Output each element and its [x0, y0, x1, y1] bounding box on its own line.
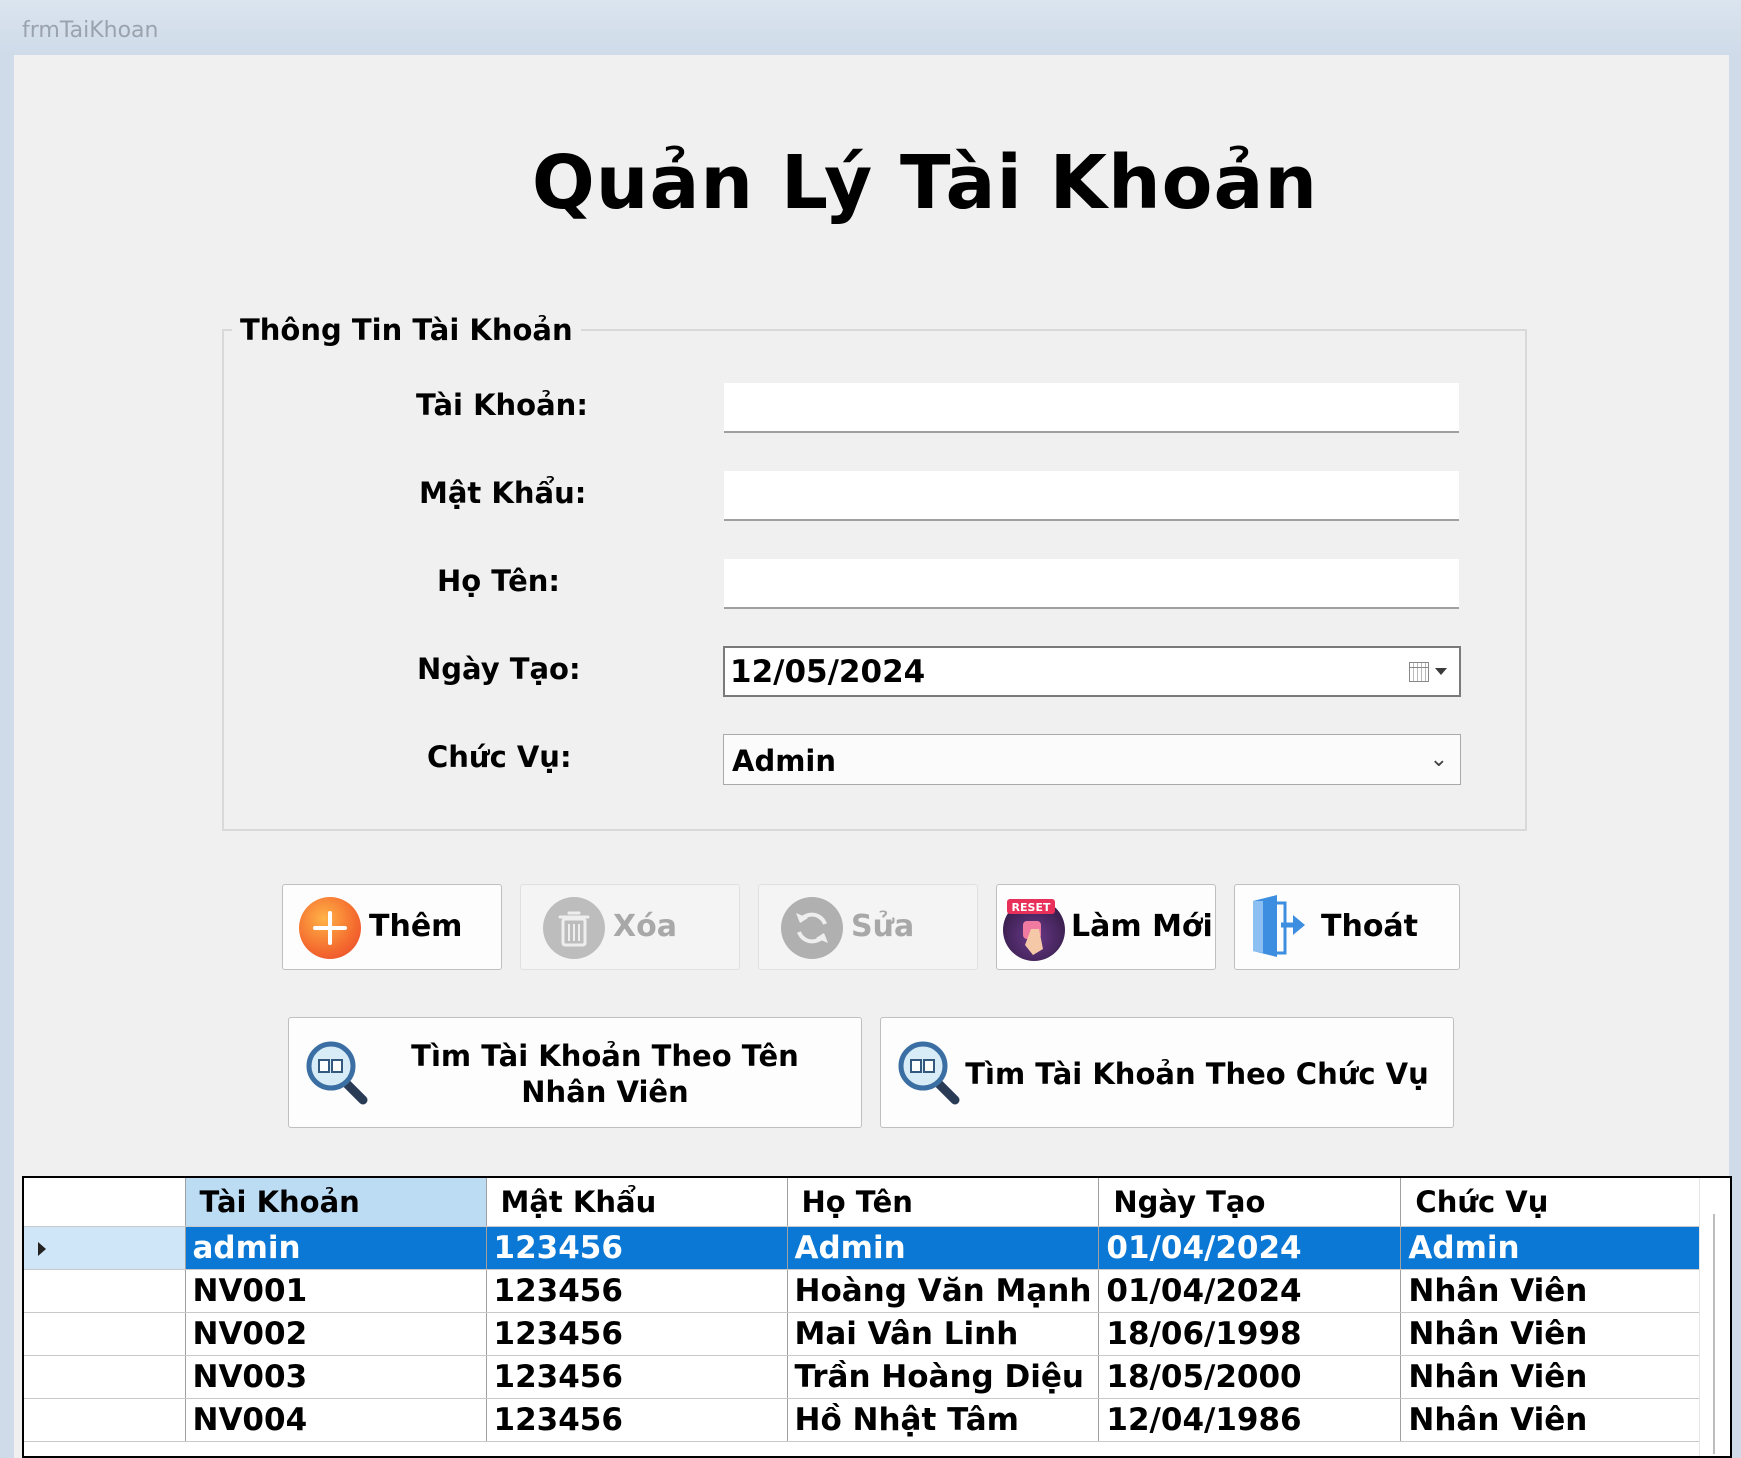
fullname-label: Họ Tên: [437, 564, 560, 598]
cell-fullname[interactable]: Hoàng Văn Mạnh [787, 1269, 1100, 1313]
add-button-label: Thêm [369, 909, 463, 944]
exit-button[interactable]: Thoát [1234, 884, 1460, 970]
table-row[interactable]: NV001 123456 Hoàng Văn Mạnh 01/04/2024 N… [24, 1269, 1706, 1313]
app-window: frmTaiKhoan Quản Lý Tài Khoản Thông Tin … [0, 0, 1741, 1458]
reset-button-label: Làm Mới [1071, 909, 1213, 944]
created-date-picker[interactable]: 12/05/2024 [723, 646, 1461, 697]
chevron-down-icon[interactable]: ⌄ [1430, 747, 1448, 772]
table-row[interactable]: NV003 123456 Trần Hoàng Diệu 18/05/2000 … [24, 1355, 1706, 1399]
row-header[interactable] [24, 1312, 186, 1356]
exit-icon [1251, 895, 1313, 957]
cell-created[interactable]: 18/05/2000 [1098, 1355, 1402, 1399]
edit-button[interactable]: Sửa [758, 884, 978, 970]
refresh-icon [781, 897, 843, 959]
cell-fullname[interactable]: Hồ Nhật Tâm [787, 1398, 1100, 1442]
cell-password[interactable]: 123456 [486, 1398, 788, 1442]
created-date-label: Ngày Tạo: [417, 652, 581, 686]
cell-created[interactable]: 12/04/1986 [1098, 1398, 1402, 1442]
reset-badge-text: RESET [1012, 901, 1051, 914]
grid-header-row: Tài Khoản Mật Khẩu Họ Tên Ngày Tạo Chức … [24, 1178, 1706, 1227]
delete-button-label: Xóa [613, 909, 677, 944]
column-header-account[interactable]: Tài Khoản [185, 1178, 487, 1227]
cell-account[interactable]: NV002 [185, 1312, 487, 1356]
cell-password[interactable]: 123456 [486, 1355, 788, 1399]
reset-icon: RESET [1003, 899, 1065, 961]
row-header[interactable] [24, 1269, 186, 1313]
row-header[interactable] [24, 1398, 186, 1442]
column-header-role[interactable]: Chức Vụ [1400, 1178, 1706, 1227]
account-label: Tài Khoản: [416, 388, 588, 422]
cell-role[interactable]: Nhân Viên [1400, 1355, 1706, 1399]
cell-fullname[interactable]: Mai Vân Linh [787, 1312, 1100, 1356]
fullname-input[interactable] [724, 559, 1459, 609]
trash-icon [543, 897, 605, 959]
password-input[interactable] [724, 471, 1459, 521]
cell-account[interactable]: NV003 [185, 1355, 487, 1399]
cell-created[interactable]: 01/04/2024 [1098, 1226, 1402, 1270]
cell-password[interactable]: 123456 [486, 1226, 788, 1270]
search-by-name-button[interactable]: Tìm Tài Khoản Theo Tên Nhân Viên [288, 1017, 862, 1128]
cell-created[interactable]: 18/06/1998 [1098, 1312, 1402, 1356]
cell-created[interactable]: 01/04/2024 [1098, 1269, 1402, 1313]
role-select-value[interactable]: Admin [732, 744, 836, 778]
cell-role[interactable]: Nhân Viên [1400, 1312, 1706, 1356]
delete-button[interactable]: Xóa [520, 884, 740, 970]
page-title: Quản Lý Tài Khoản [531, 140, 1319, 226]
chevron-down-icon[interactable] [1435, 668, 1447, 675]
row-header[interactable] [24, 1226, 186, 1270]
plus-icon [299, 897, 361, 959]
search-icon [897, 1040, 963, 1106]
add-button[interactable]: Thêm [282, 884, 502, 970]
password-label: Mật Khẩu: [419, 476, 587, 510]
cell-role[interactable]: Nhân Viên [1400, 1398, 1706, 1442]
edit-button-label: Sửa [851, 909, 915, 944]
column-header-fullname[interactable]: Họ Tên [787, 1178, 1100, 1227]
table-row[interactable]: NV002 123456 Mai Vân Linh 18/06/1998 Nhâ… [24, 1312, 1706, 1356]
cell-fullname[interactable]: Admin [787, 1226, 1100, 1270]
role-label: Chức Vụ: [427, 740, 572, 774]
cell-password[interactable]: 123456 [486, 1269, 788, 1313]
cell-role[interactable]: Nhân Viên [1400, 1269, 1706, 1313]
table-row[interactable]: NV004 123456 Hồ Nhật Tâm 12/04/1986 Nhân… [24, 1398, 1706, 1442]
table-row[interactable]: admin 123456 Admin 01/04/2024 Admin [24, 1226, 1706, 1270]
cell-role[interactable]: Admin [1400, 1226, 1706, 1270]
accounts-table: Tài Khoản Mật Khẩu Họ Tên Ngày Tạo Chức … [24, 1178, 1706, 1442]
cell-account[interactable]: NV001 [185, 1269, 487, 1313]
exit-button-label: Thoát [1321, 909, 1419, 944]
account-info-group-title: Thông Tin Tài Khoản [232, 313, 581, 347]
cell-password[interactable]: 123456 [486, 1312, 788, 1356]
search-icon [305, 1040, 371, 1106]
row-selector-icon [38, 1241, 46, 1256]
account-input[interactable] [724, 383, 1459, 433]
created-date-value[interactable]: 12/05/2024 [730, 654, 925, 690]
calendar-icon[interactable] [1409, 662, 1429, 682]
search-by-role-label: Tìm Tài Khoản Theo Chức Vụ [965, 1057, 1429, 1091]
search-by-name-label: Tìm Tài Khoản Theo Tên Nhân Viên [411, 1039, 799, 1109]
cell-fullname[interactable]: Trần Hoàng Diệu [787, 1355, 1100, 1399]
accounts-grid[interactable]: Tài Khoản Mật Khẩu Họ Tên Ngày Tạo Chức … [22, 1176, 1732, 1458]
reset-button[interactable]: RESET Làm Mới [996, 884, 1216, 970]
vertical-scrollbar[interactable] [1699, 1178, 1730, 1456]
grid-corner [24, 1178, 186, 1227]
column-header-created[interactable]: Ngày Tạo [1098, 1178, 1402, 1227]
scrollbar-track[interactable] [1713, 1214, 1715, 1454]
role-select[interactable]: Admin ⌄ [723, 734, 1461, 785]
cell-account[interactable]: NV004 [185, 1398, 487, 1442]
title-bar: frmTaiKhoan [0, 0, 1741, 55]
window-title: frmTaiKhoan [22, 18, 159, 43]
cell-account[interactable]: admin [185, 1226, 487, 1270]
row-header[interactable] [24, 1355, 186, 1399]
window-frame-left [0, 55, 14, 1458]
search-by-role-button[interactable]: Tìm Tài Khoản Theo Chức Vụ [880, 1017, 1454, 1128]
column-header-password[interactable]: Mật Khẩu [486, 1178, 788, 1227]
